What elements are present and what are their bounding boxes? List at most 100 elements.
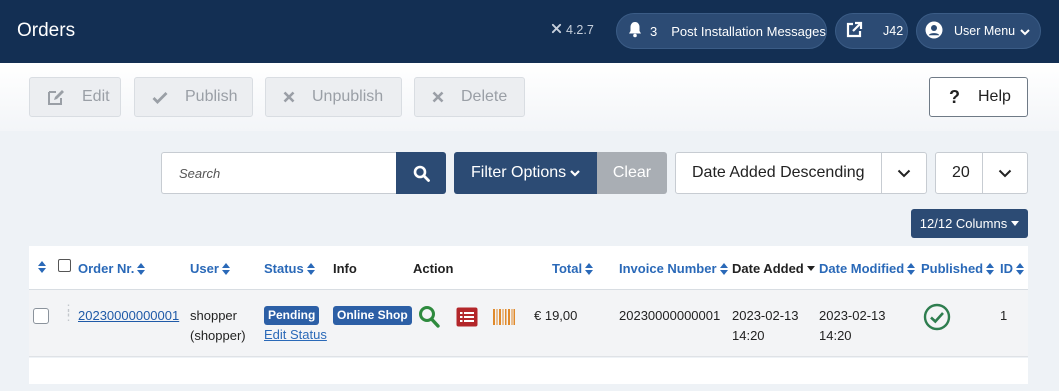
chevron-down-icon [881,153,926,193]
user-menu-button[interactable]: User Menu [916,13,1041,49]
app-header: Orders 4.2.7 3 Post Installation Message… [0,0,1059,63]
search-button[interactable] [396,152,446,194]
chevron-down-icon [570,169,580,177]
caret-down-icon [806,266,815,271]
version-text: 4.2.7 [566,23,594,37]
select-all-checkbox[interactable] [58,259,71,272]
site-label: J42 [883,24,904,38]
header-action: Action [413,261,454,276]
bell-icon [627,21,643,41]
search-icon [413,165,430,182]
messages-count: 3 [650,23,658,39]
info-cell: Online Shop [333,305,412,325]
search-input[interactable] [161,152,397,194]
toolbar: Edit Publish Unpublish Delete ? Help [0,63,1059,131]
list-limit-select[interactable]: 20 [935,152,1028,194]
date-modified-time: 14:20 [819,328,852,343]
header-published[interactable]: Published [921,261,995,276]
header-date-added[interactable]: Date Added [732,261,815,276]
header-date-modified[interactable]: Date Modified [819,261,916,276]
delete-label: Delete [461,88,508,105]
drag-handle-icon[interactable]: ⋮ ⋮ [62,303,75,322]
sort-icon [907,262,916,275]
table-header: Order Nr. User Status Info Action Total … [29,246,1028,290]
user-circle-icon [925,21,943,42]
edit-status-link[interactable]: Edit Status [264,327,327,342]
published-toggle[interactable] [923,303,951,337]
columns-label: 12/12 Columns [919,216,1008,231]
header-info: Info [333,261,357,276]
help-label: Help [978,88,1011,105]
header-id-label: ID [1000,261,1013,276]
version-info: 4.2.7 [551,23,594,37]
header-order-nr[interactable]: Order Nr. [78,261,146,276]
delete-button[interactable]: Delete [414,77,525,117]
sort-icon [986,262,995,275]
help-button[interactable]: ? Help [929,77,1028,117]
columns-button[interactable]: 12/12 Columns [911,209,1028,238]
header-status[interactable]: Status [264,261,315,276]
post-installation-messages-button[interactable]: 3 Post Installation Messages [616,13,827,49]
site-link-button[interactable]: J42 [835,13,908,49]
filter-options-button[interactable]: Filter Options [454,152,597,194]
date-modified-date: 2023-02-13 [819,308,886,323]
page-title: Orders [17,20,76,41]
user-name: shopper [190,308,237,323]
sort-icon [719,262,728,275]
list-limit-value: 20 [952,164,970,181]
header-user-label: User [190,261,219,276]
sort-icon [38,261,46,273]
list-action-icon[interactable] [456,307,478,333]
sort-icon [585,262,594,275]
joomla-icon [551,23,562,37]
sort-icon [137,262,146,275]
clear-button[interactable]: Clear [597,152,667,194]
order-number-link[interactable]: 20230000000001 [78,308,179,323]
sort-icon [1016,262,1024,275]
status-badge: Pending [264,306,320,325]
table-row: ⋮ ⋮ 20230000000001 shopper (shopper) Pend… [29,290,1028,357]
times-icon [432,91,444,103]
invoice-number-cell: 20230000000001 [619,308,721,323]
sort-value: Date Added Descending [692,164,865,181]
barcode-action-icon[interactable] [493,309,515,331]
date-added-cell: 2023-02-13 14:20 [732,306,799,346]
date-added-date: 2023-02-13 [732,308,799,323]
check-icon [152,91,168,104]
header-total[interactable]: Total [552,261,594,276]
question-icon: ? [949,86,960,107]
header-total-label: Total [552,261,583,276]
header-date-added-label: Date Added [732,261,804,276]
table-footer [29,358,1028,384]
sort-icon [221,262,230,275]
header-id[interactable]: ID [1000,261,1024,276]
check-circle-icon [923,303,951,331]
header-order-nr-label: Order Nr. [78,261,135,276]
date-modified-cell: 2023-02-13 14:20 [819,306,886,346]
ordering-sort[interactable] [38,261,46,273]
total-cell: € 19,00 [534,308,578,323]
id-cell: 1 [1000,308,1008,323]
row-checkbox[interactable] [33,308,49,324]
header-published-label: Published [921,261,984,276]
filter-options-label: Filter Options [471,164,567,181]
sort-icon [306,262,315,275]
edit-button[interactable]: Edit [29,77,121,117]
user-username: (shopper) [190,328,246,343]
sort-select[interactable]: Date Added Descending [675,152,927,194]
status-cell: Pending Edit Status [264,305,327,345]
header-status-label: Status [264,261,304,276]
times-icon [283,91,295,103]
header-user[interactable]: User [190,261,230,276]
external-link-icon [845,21,863,42]
user-cell: shopper (shopper) [190,306,246,346]
search-action-icon[interactable] [418,305,440,335]
unpublish-button[interactable]: Unpublish [265,77,402,117]
publish-button[interactable]: Publish [134,77,253,117]
info-badge: Online Shop [333,306,412,325]
edit-icon [48,89,64,105]
chevron-down-icon [1020,24,1030,39]
header-invoice-number[interactable]: Invoice Number [619,261,728,276]
header-date-modified-label: Date Modified [819,261,905,276]
caret-down-icon [1011,221,1020,226]
